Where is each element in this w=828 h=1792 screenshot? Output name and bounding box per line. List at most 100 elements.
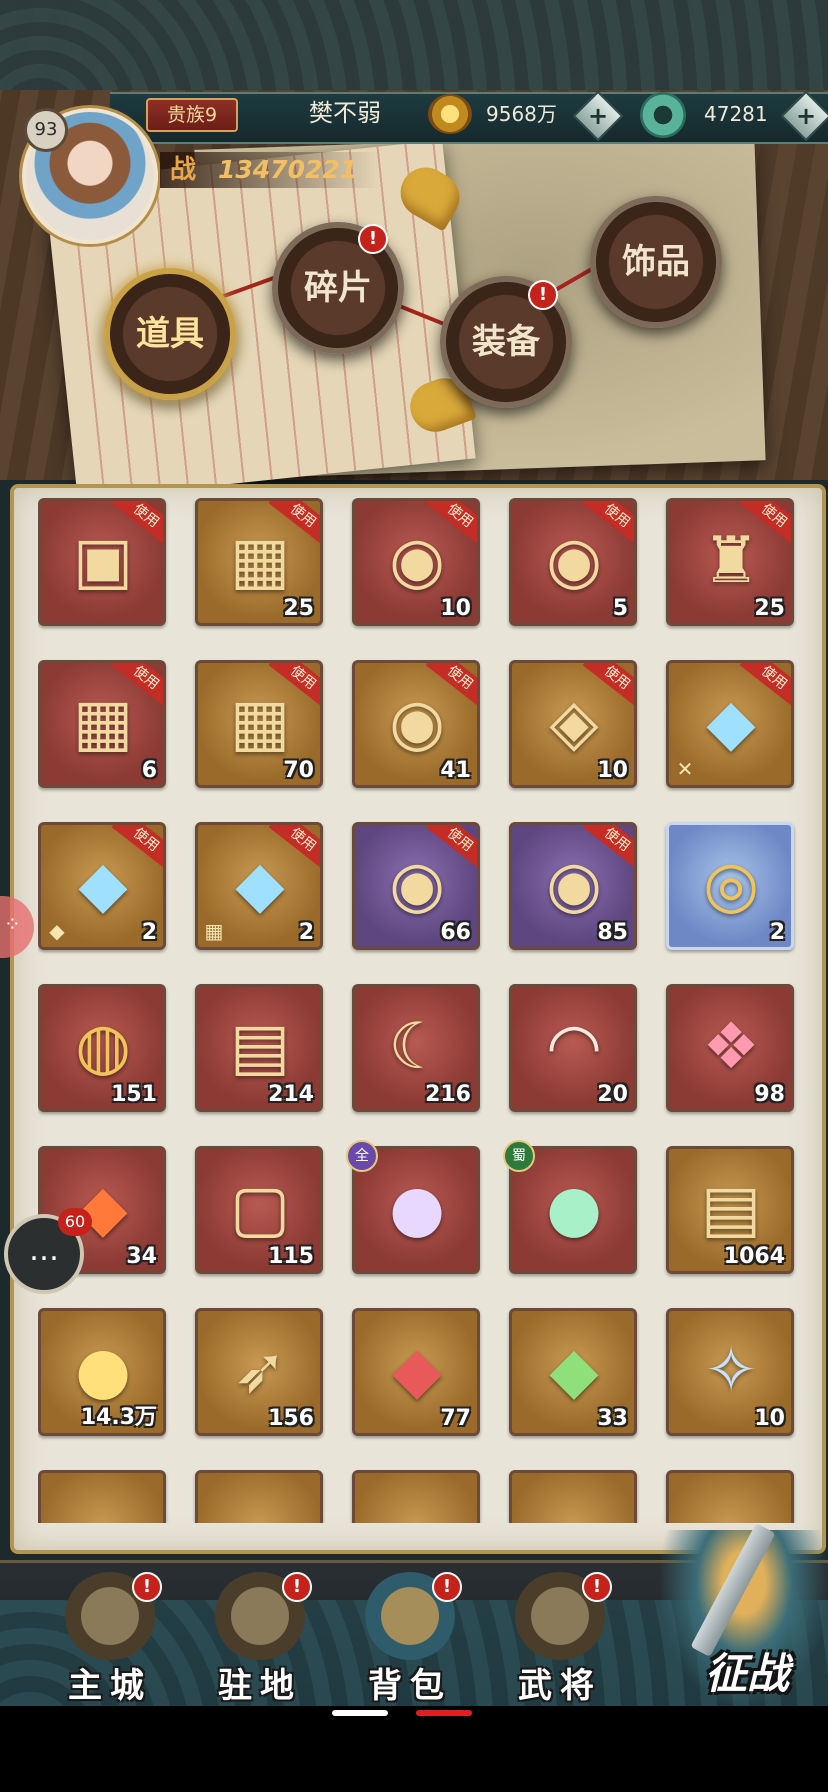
arrow-icon: ➶ (233, 1334, 287, 1408)
inventory-slot[interactable]: · (666, 1470, 794, 1523)
inventory-slot[interactable]: ◆ 使用 ◆ 2 (38, 822, 166, 950)
inventory-slot[interactable]: ▤ 1064 (666, 1146, 794, 1274)
card-pack-icon: ▣ (72, 524, 134, 598)
inventory-slot[interactable]: ☾ 216 (352, 984, 480, 1112)
inventory-slot[interactable]: ▦ 使用 70 (195, 660, 323, 788)
inventory-slot[interactable]: · (195, 1470, 323, 1523)
inventory-slot[interactable]: ◆ 77 (352, 1308, 480, 1436)
orb-chest-icon: ◉ (389, 686, 445, 760)
nav-backpack[interactable]: ! 背包 (340, 1566, 480, 1706)
inventory-grid[interactable]: ▣ 使用 ▦ 使用 25 ◉ 使用 10 ◉ 使用 5 ♜ 使用 25 ▦ 使用 6 ▦ 使用 70 ◉ 使用 41 ◈ 使用 1… (38, 498, 808, 1523)
partial-item-icon: · (687, 1489, 775, 1523)
system-bar (0, 1706, 828, 1792)
battle-button-label[interactable]: 征战 (672, 1640, 822, 1701)
nav-generals-label: 武将 (518, 1666, 602, 1706)
player-level-badge: 93 (24, 108, 68, 152)
inventory-slot[interactable]: · (38, 1470, 166, 1523)
hero-chest-icon: ▦ (229, 524, 291, 598)
tab-accessories[interactable]: 饰品 (590, 196, 722, 328)
inventory-slot[interactable]: ◉ 使用 5 (509, 498, 637, 626)
plus-icon: + (587, 102, 609, 130)
item-count: 33 (597, 1406, 628, 1431)
hero-chest-icon: ▦ (72, 686, 134, 760)
green-crystal-icon: ◆ (549, 1334, 599, 1408)
inventory-slot[interactable]: ◉ 使用 66 (352, 822, 480, 950)
inventory-slot[interactable]: ❖ 98 (666, 984, 794, 1112)
gem-chest-icon: ◈ (549, 686, 599, 760)
jade-amount: 47281 (704, 102, 768, 126)
combat-power-label: 战 (170, 155, 197, 185)
item-count: 70 (283, 758, 314, 783)
item-count: 20 (597, 1082, 628, 1107)
partial-item-icon: · (373, 1489, 461, 1523)
jade-icon (640, 92, 686, 138)
seashell-icon: ◠ (546, 1010, 602, 1084)
inventory-slot[interactable]: ● 14.3万 (38, 1308, 166, 1436)
inventory-slot[interactable]: ◈ 使用 10 (509, 660, 637, 788)
nav-garrison-label: 驻地 (218, 1666, 302, 1706)
sky-pattern (0, 0, 828, 90)
inventory-slot[interactable]: ◆ 33 (509, 1308, 637, 1436)
inventory-slot[interactable]: ➶ 156 (195, 1308, 323, 1436)
item-count: 25 (283, 596, 314, 621)
purple-orb-icon: ● (389, 1172, 445, 1246)
inventory-slot[interactable]: ◆ 使用 ▦ 2 (195, 822, 323, 950)
nav-garrison[interactable]: ! 驻地 (190, 1566, 330, 1706)
item-count: 2 (141, 920, 157, 945)
hero-chest-icon: ▦ (229, 686, 291, 760)
tab-items[interactable]: 道具 (104, 268, 236, 400)
inventory-slot[interactable]: ▢ 115 (195, 1146, 323, 1274)
item-count: 6 (141, 758, 157, 783)
inventory-slot[interactable]: ◎ 2 (666, 822, 794, 950)
item-count: 1064 (723, 1244, 785, 1269)
golden-mirror-icon: ◎ (703, 848, 759, 922)
inventory-slot[interactable]: ▦ 使用 25 (195, 498, 323, 626)
nav-main-city[interactable]: ! 主城 (40, 1566, 180, 1706)
item-count: 10 (597, 758, 628, 783)
inventory-slot[interactable]: ◆ 使用 ✕ (666, 660, 794, 788)
nav-alert-badge: ! (582, 1572, 612, 1602)
faction-badge: 全 (346, 1140, 378, 1172)
inventory-slot[interactable]: ◉ 使用 10 (352, 498, 480, 626)
blue-fish-icon: ✧ (704, 1334, 758, 1408)
chat-unread-badge: 60 (58, 1208, 92, 1236)
orb-chest-icon: ◉ (546, 848, 602, 922)
item-count: 2 (298, 920, 314, 945)
noble-rank-badge[interactable]: 贵族9 (146, 98, 238, 132)
orb-chest-icon: ◉ (546, 524, 602, 598)
inventory-slot[interactable]: ◠ 20 (509, 984, 637, 1112)
item-count: 25 (754, 596, 785, 621)
player-name: 樊不弱 (309, 99, 381, 127)
item-count: 85 (597, 920, 628, 945)
inventory-slot[interactable]: ♜ 使用 25 (666, 498, 794, 626)
inventory-slot[interactable]: · (509, 1470, 637, 1523)
tab-items-label: 道具 (136, 314, 204, 354)
inventory-slot[interactable]: ▣ 使用 (38, 498, 166, 626)
jade-tablet-icon: ▢ (229, 1172, 291, 1246)
item-count: 34 (126, 1244, 157, 1269)
item-count: 77 (440, 1406, 471, 1431)
home-indicator-accent (416, 1710, 472, 1716)
item-count: 98 (754, 1082, 785, 1107)
inventory-slot[interactable]: ◉ 使用 41 (352, 660, 480, 788)
tusk-icon: ☾ (388, 1010, 446, 1084)
crystal-chest-icon: ◆ (235, 848, 285, 922)
red-token-icon: ▤ (229, 1010, 291, 1084)
nav-generals[interactable]: ! 武将 (490, 1566, 630, 1706)
item-count: 2 (769, 920, 785, 945)
inventory-slot[interactable]: ▤ 214 (195, 984, 323, 1112)
nav-alert-badge: ! (432, 1572, 462, 1602)
inventory-slot[interactable]: ▦ 使用 6 (38, 660, 166, 788)
inventory-slot[interactable]: ◉ 使用 85 (509, 822, 637, 950)
fragments-alert-badge: ! (358, 224, 388, 254)
item-count: 216 (425, 1082, 471, 1107)
partial-item-icon: · (59, 1489, 147, 1523)
inventory-slot[interactable]: ✧ 10 (666, 1308, 794, 1436)
home-indicator[interactable] (332, 1710, 388, 1716)
item-count: 10 (440, 596, 471, 621)
inventory-slot[interactable]: · (352, 1470, 480, 1523)
crystal-chest-icon: ◆ (78, 848, 128, 922)
item-count: 115 (268, 1244, 314, 1269)
item-count: 156 (268, 1406, 314, 1431)
inventory-slot[interactable]: ◍ 151 (38, 984, 166, 1112)
